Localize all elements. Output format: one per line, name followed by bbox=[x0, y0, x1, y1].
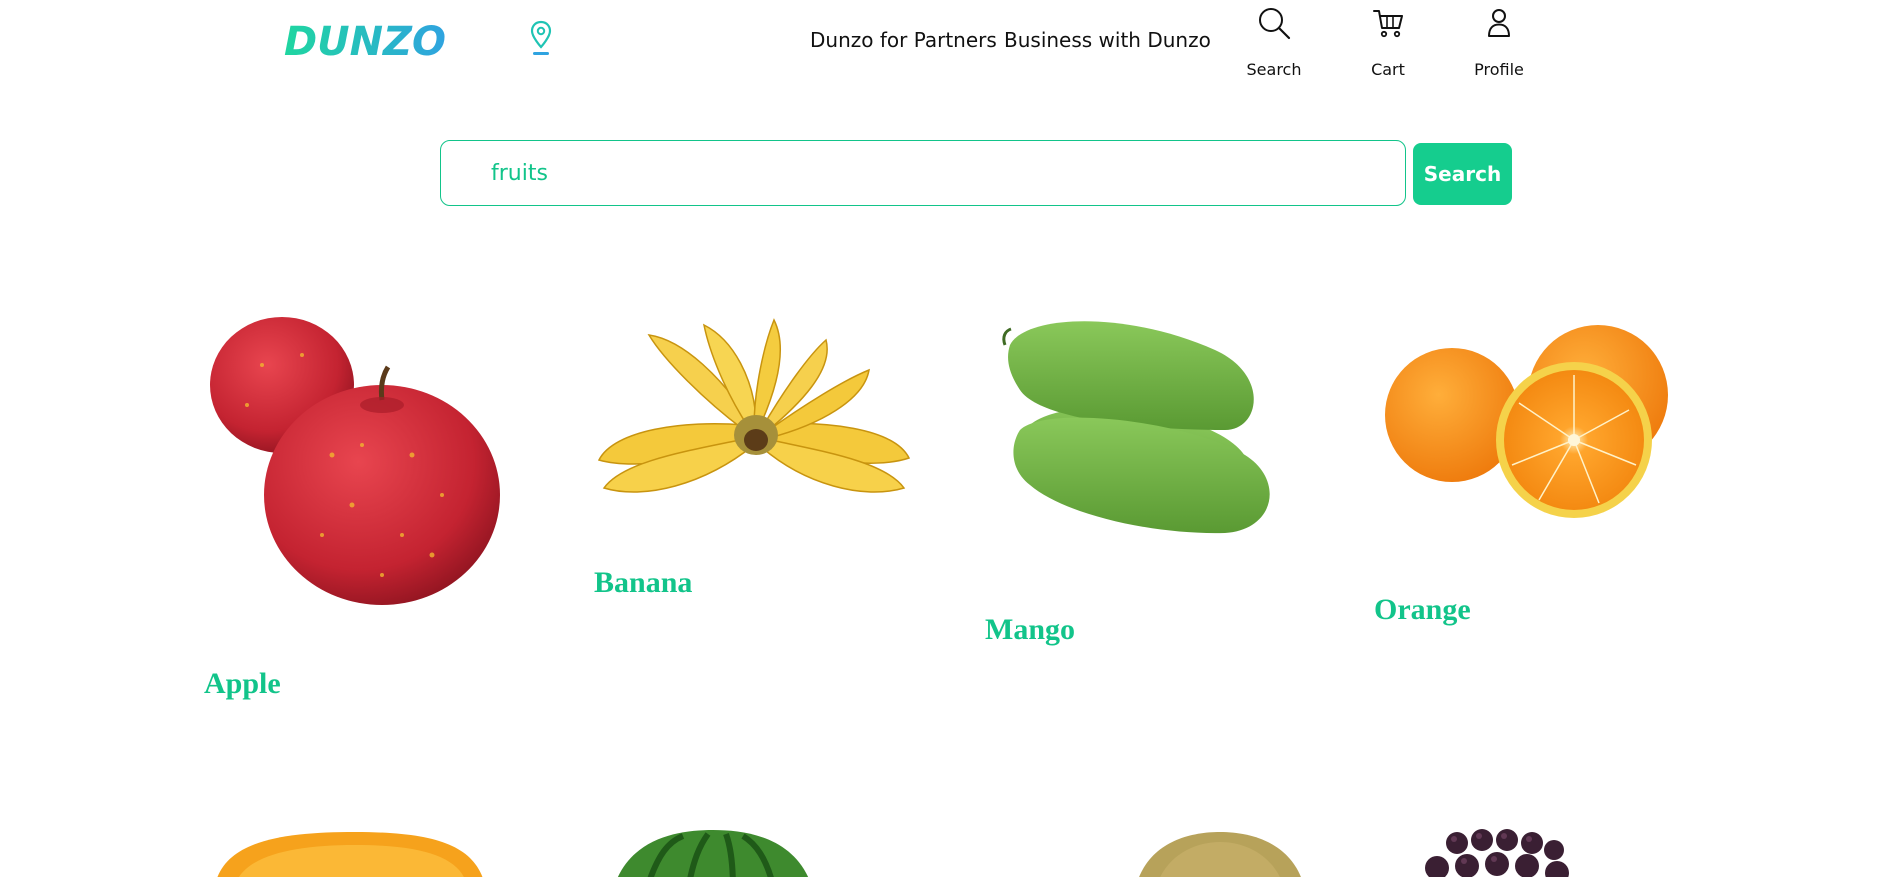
apple-image bbox=[210, 317, 500, 605]
product-name: Orange bbox=[1374, 593, 1471, 626]
product-card-muskmelon[interactable] bbox=[1130, 830, 1310, 877]
search-label: Search bbox=[1246, 60, 1302, 79]
search-icon bbox=[1259, 8, 1291, 40]
orange-image bbox=[1385, 325, 1668, 518]
cart-button[interactable]: Cart bbox=[1348, 6, 1428, 79]
product-card-papaya[interactable] bbox=[205, 830, 495, 877]
product-card-watermelon[interactable] bbox=[608, 830, 818, 877]
header-search-button[interactable]: Search bbox=[1234, 6, 1314, 79]
search-input[interactable] bbox=[491, 157, 1371, 189]
product-card-apple[interactable]: Apple bbox=[202, 305, 527, 705]
profile-button[interactable]: Profile bbox=[1459, 6, 1539, 79]
dunzo-logo[interactable]: DUNZO bbox=[284, 18, 448, 60]
watermelon-image bbox=[617, 830, 809, 877]
product-card-grapes[interactable] bbox=[1412, 828, 1587, 877]
nav-dunzo-for-partners[interactable]: Dunzo for Partners bbox=[810, 28, 997, 52]
banana-image bbox=[597, 318, 911, 493]
profile-icon bbox=[1488, 9, 1510, 37]
product-name: Banana bbox=[594, 566, 693, 599]
search-submit-button[interactable]: Search bbox=[1413, 143, 1512, 205]
mango-image bbox=[1002, 321, 1270, 534]
product-card-mango[interactable]: Mango bbox=[985, 305, 1295, 655]
product-name: Mango bbox=[985, 613, 1075, 646]
cart-label: Cart bbox=[1371, 60, 1405, 79]
cart-icon bbox=[1373, 10, 1403, 38]
product-card-orange[interactable]: Orange bbox=[1374, 305, 1674, 635]
papaya-image bbox=[217, 832, 483, 877]
grapes-image bbox=[1425, 829, 1569, 877]
location-pin-icon[interactable] bbox=[529, 20, 553, 56]
logo-text: DUNZO bbox=[284, 19, 446, 60]
product-card-banana[interactable]: Banana bbox=[594, 300, 914, 610]
nav-business-with-dunzo[interactable]: Business with Dunzo bbox=[1004, 28, 1211, 52]
search-box bbox=[440, 140, 1406, 206]
muskmelon-image bbox=[1139, 832, 1301, 877]
product-name: Apple bbox=[204, 667, 281, 700]
profile-label: Profile bbox=[1474, 60, 1524, 79]
